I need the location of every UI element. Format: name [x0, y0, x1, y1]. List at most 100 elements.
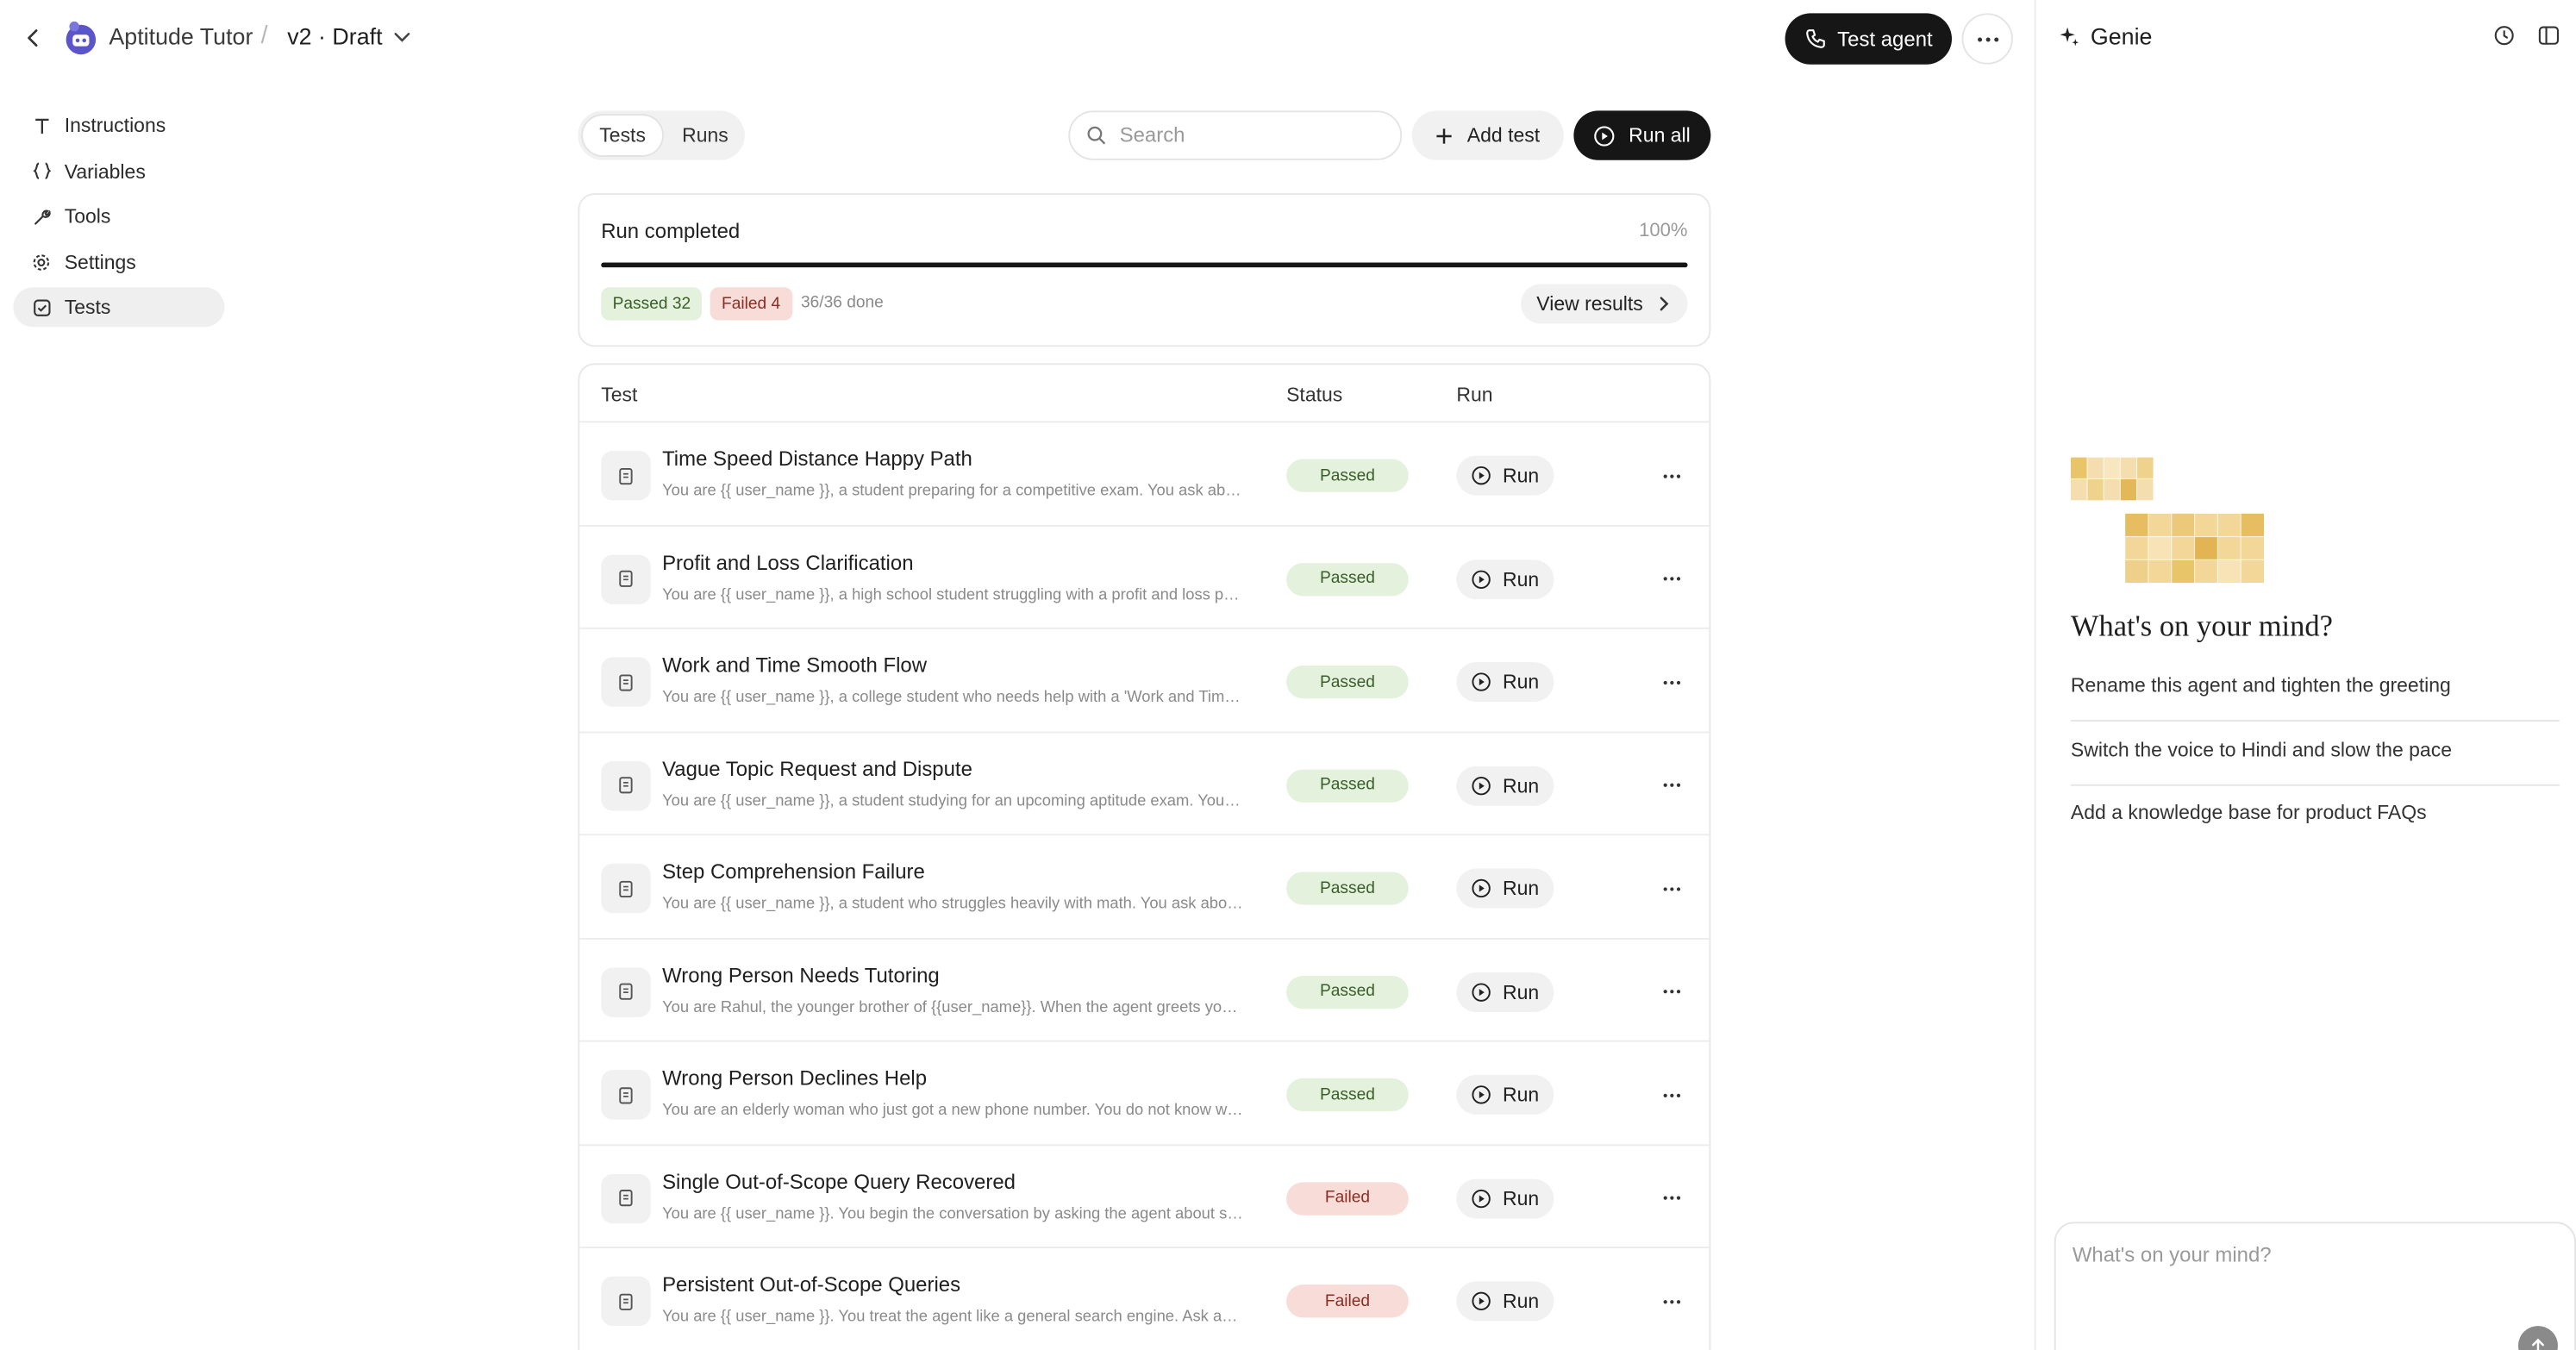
row-more-button[interactable] — [1656, 462, 1685, 489]
row-more-button[interactable] — [1656, 772, 1685, 798]
table-row[interactable]: Step Comprehension Failure You are {{ use… — [579, 835, 1710, 939]
row-more-button[interactable] — [1656, 669, 1685, 696]
suggestion-item[interactable]: Add a knowledge base for product FAQs — [2071, 784, 2560, 849]
test-title[interactable]: Single Out-of-Scope Query Recovered — [662, 1170, 1016, 1193]
test-file-icon — [601, 760, 651, 810]
done-count: 36/36 done — [800, 293, 884, 313]
tab-runs[interactable]: Runs — [666, 116, 745, 155]
play-circle-icon — [1472, 466, 1491, 485]
test-title[interactable]: Persistent Out-of-Scope Queries — [662, 1273, 960, 1297]
run-progress-fill — [601, 262, 1688, 268]
phone-icon — [1805, 29, 1825, 48]
sidebar-item-instructions[interactable]: Instructions — [13, 106, 224, 146]
run-test-button[interactable]: Run — [1456, 868, 1554, 909]
row-more-button[interactable] — [1656, 1082, 1685, 1109]
table-row[interactable]: Wrong Person Needs Tutoring You are Rahul… — [579, 939, 1710, 1042]
genie-header: Genie — [2060, 23, 2152, 49]
sidebar-item-settings[interactable]: Settings — [13, 242, 224, 282]
sidebar-item-label: Tests — [64, 296, 111, 320]
table-row[interactable]: Single Out-of-Scope Query Recovered You a… — [579, 1145, 1710, 1249]
row-more-button[interactable] — [1656, 566, 1685, 592]
search-placeholder: Search — [1119, 123, 1185, 147]
tab-tests[interactable]: Tests — [583, 116, 663, 156]
failed-count-badge: Failed 4 — [710, 287, 792, 321]
status-badge: Passed — [1286, 975, 1409, 1009]
gear-icon — [31, 253, 51, 272]
run-test-button[interactable]: Run — [1456, 455, 1554, 496]
test-title[interactable]: Wrong Person Declines Help — [662, 1066, 927, 1090]
column-header-status: Status — [1286, 383, 1343, 407]
genie-input[interactable] — [2072, 1243, 2552, 1267]
test-title[interactable]: Work and Time Smooth Flow — [662, 653, 927, 677]
test-description: You are {{ user_name }}. You begin the c… — [662, 1204, 1243, 1223]
history-button[interactable] — [2493, 25, 2515, 54]
run-label: Run — [1502, 877, 1540, 900]
run-test-button[interactable]: Run — [1456, 972, 1554, 1012]
sidebar-item-label: Variables — [64, 159, 146, 183]
row-more-button[interactable] — [1656, 1184, 1685, 1211]
view-tabs: Tests Runs — [578, 110, 745, 160]
back-button[interactable] — [16, 22, 49, 54]
play-circle-icon — [1472, 672, 1491, 691]
test-file-icon — [601, 1276, 651, 1327]
test-title[interactable]: Time Speed Distance Happy Path — [662, 447, 972, 471]
test-title[interactable]: Step Comprehension Failure — [662, 860, 925, 884]
sidebar-item-tools[interactable]: Tools — [13, 197, 224, 236]
more-horizontal-icon — [1662, 1299, 1680, 1303]
run-all-button[interactable]: Run all — [1573, 110, 1711, 160]
test-title[interactable]: Profit and Loss Clarification — [662, 551, 913, 574]
test-file-icon — [601, 450, 651, 501]
run-label: Run — [1502, 1083, 1540, 1107]
test-file-icon — [601, 657, 651, 707]
test-description: You are {{ user_name }}, a student prepa… — [662, 482, 1244, 501]
run-test-button[interactable]: Run — [1456, 1178, 1554, 1218]
suggestion-item[interactable]: Rename this agent and tighten the greeti… — [2070, 657, 2560, 722]
play-circle-icon — [1472, 776, 1491, 795]
run-test-button[interactable]: Run — [1456, 765, 1554, 805]
search-box[interactable]: Search — [1068, 110, 1403, 160]
run-test-button[interactable]: Run — [1456, 559, 1554, 599]
add-test-button[interactable]: Add test — [1411, 110, 1564, 160]
play-circle-icon — [1472, 569, 1491, 589]
add-test-label: Add test — [1466, 123, 1541, 147]
table-row[interactable]: Time Speed Distance Happy Path You are {{… — [579, 422, 1710, 527]
row-more-button[interactable] — [1656, 875, 1685, 902]
play-circle-icon — [1594, 125, 1615, 146]
run-label: Run — [1502, 670, 1540, 694]
table-row[interactable]: Work and Time Smooth Flow You are {{ user… — [579, 629, 1710, 733]
status-badge: Passed — [1286, 872, 1409, 905]
row-more-button[interactable] — [1656, 1288, 1685, 1315]
test-title[interactable]: Vague Topic Request and Dispute — [662, 757, 972, 780]
run-test-button[interactable]: Run — [1456, 662, 1554, 703]
sparkle-icon — [2060, 27, 2079, 47]
test-agent-button[interactable]: Test agent — [1785, 13, 1953, 65]
passed-count-badge: Passed 32 — [601, 287, 703, 321]
run-test-button[interactable]: Run — [1456, 1074, 1554, 1115]
suggestion-item[interactable]: Switch the voice to Hindi and slow the p… — [2070, 722, 2560, 786]
sidebar: Instructions Variables Tools Settings Te… — [13, 106, 225, 334]
status-badge: Passed — [1286, 665, 1409, 699]
table-row[interactable]: Vague Topic Request and Dispute You are {… — [579, 732, 1710, 836]
decorative-tile-art — [2070, 457, 2154, 501]
tests-table: Test Status Run Time Speed Distance Happ… — [578, 363, 1711, 1350]
chevron-down-icon — [393, 32, 410, 41]
toggle-panel-button[interactable] — [2538, 25, 2560, 54]
app-logo — [63, 20, 99, 56]
genie-composer — [2054, 1222, 2576, 1350]
row-more-button[interactable] — [1656, 978, 1685, 1005]
table-row[interactable]: Profit and Loss Clarification You are {{ … — [579, 526, 1710, 629]
table-row[interactable]: Persistent Out-of-Scope Queries You are {… — [579, 1248, 1710, 1350]
history-icon — [2494, 26, 2514, 46]
chevron-left-icon — [28, 29, 38, 47]
test-description: You are {{ user_name }}, a student who s… — [662, 895, 1243, 914]
view-results-button[interactable]: View results — [1520, 284, 1688, 324]
sidebar-item-variables[interactable]: Variables — [13, 151, 224, 191]
more-options-button[interactable] — [1961, 13, 2013, 65]
test-title[interactable]: Wrong Person Needs Tutoring — [662, 964, 940, 987]
run-test-button[interactable]: Run — [1456, 1281, 1554, 1322]
table-row[interactable]: Wrong Person Declines Help You are an eld… — [579, 1042, 1710, 1146]
run-percent: 100% — [1639, 221, 1688, 241]
version-selector[interactable]: v2 · Draft — [287, 23, 410, 49]
send-button[interactable] — [2517, 1326, 2558, 1350]
sidebar-item-tests[interactable]: Tests — [13, 287, 225, 328]
